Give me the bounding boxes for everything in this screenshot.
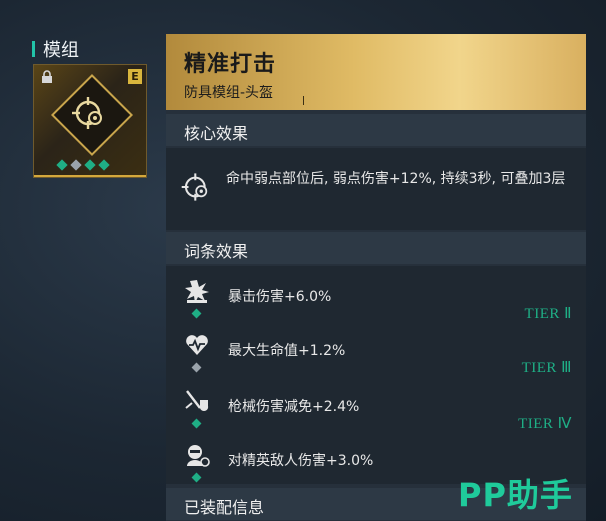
- section-label-text: 模组: [43, 40, 79, 61]
- section-accent-bar: [32, 41, 35, 57]
- rank-badge: E: [128, 69, 142, 84]
- affix-heading-text: 词条效果: [184, 242, 249, 261]
- core-effect-heading: 核心效果: [166, 114, 586, 146]
- explosion-icon: [185, 280, 209, 303]
- lock-icon: [42, 70, 52, 83]
- equip-info-heading-text: 已装配信息: [184, 498, 265, 517]
- affix-tier: TIER Ⅱ: [524, 306, 572, 322]
- blade-shield-icon: [185, 390, 209, 412]
- mod-detail-panel: 精准打击 防具模组-头盔 核心效果 命中弱点部位后, 弱点伤害+12%, 持续3…: [166, 34, 586, 521]
- core-effect-heading-text: 核心效果: [184, 124, 249, 143]
- heart-icon: [186, 335, 208, 355]
- mod-header: 精准打击 防具模组-头盔: [166, 34, 586, 110]
- watermark: PP助手: [458, 476, 573, 514]
- crosshair-gear-icon: [72, 97, 102, 129]
- core-effect-description: 命中弱点部位后, 弱点伤害+12%, 持续3秒, 可叠加3层: [226, 171, 566, 187]
- affix-item: 暴击伤害+6.0% TIER Ⅱ: [166, 278, 586, 332]
- core-effect: 命中弱点部位后, 弱点伤害+12%, 持续3秒, 可叠加3层: [166, 148, 586, 230]
- mod-title: 精准打击: [184, 52, 277, 77]
- affix-item: 枪械伤害减免+2.4% TIER Ⅳ: [166, 388, 586, 442]
- affix-gem-green: [191, 418, 202, 429]
- affix-gem-gray: [191, 362, 202, 373]
- affix-label: 枪械伤害减免+2.4%: [228, 399, 360, 415]
- gem-gray: [70, 159, 82, 171]
- affix-tier: TIER Ⅳ: [518, 416, 572, 432]
- elite-enemy-icon: [187, 445, 210, 467]
- affix-label: 对精英敌人伤害+3.0%: [228, 453, 374, 469]
- affix-label: 暴击伤害+6.0%: [228, 289, 332, 305]
- affix-list: 暴击伤害+6.0% TIER Ⅱ 最大生命值+1.2% TIER Ⅲ 枪械伤害减…: [166, 266, 586, 484]
- affix-gem-green: [191, 308, 202, 319]
- gem-green: [98, 159, 110, 171]
- mod-subtitle: 防具模组-头盔: [184, 85, 274, 101]
- affix-heading: 词条效果: [166, 232, 586, 264]
- mod-card[interactable]: E: [33, 64, 147, 178]
- module-section-label: 模组: [32, 36, 79, 62]
- affix-tier: TIER Ⅲ: [521, 360, 572, 376]
- gem-green: [84, 159, 96, 171]
- header-decoration: [296, 96, 304, 105]
- crosshair-gear-icon: [181, 173, 208, 201]
- affix-label: 最大生命值+1.2%: [228, 343, 346, 359]
- mod-gems: [56, 159, 110, 171]
- affix-item: 最大生命值+1.2% TIER Ⅲ: [166, 332, 586, 386]
- gem-green: [56, 159, 68, 171]
- affix-gem-green: [191, 472, 202, 483]
